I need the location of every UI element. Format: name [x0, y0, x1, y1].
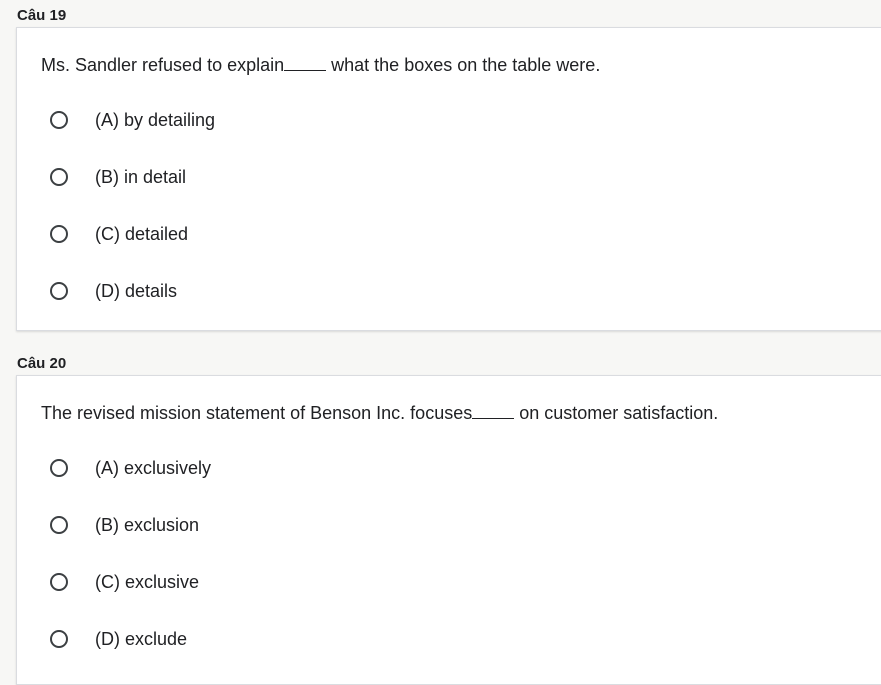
- question-card: Ms. Sandler refused to explain what the …: [16, 27, 881, 331]
- answer-option-label: (C) exclusive: [95, 571, 200, 592]
- radio-button-icon[interactable]: [50, 516, 68, 534]
- answer-option-b[interactable]: (B) in detail: [50, 165, 186, 189]
- answer-blank: [284, 56, 327, 71]
- radio-button-icon[interactable]: [50, 282, 68, 300]
- radio-button-icon[interactable]: [50, 573, 68, 591]
- question-text-end: what the boxes on the table were.: [326, 55, 601, 75]
- question-card: The revised mission statement of Benson …: [16, 375, 881, 685]
- answer-option-b[interactable]: (B) exclusion: [50, 513, 199, 537]
- radio-button-icon[interactable]: [50, 459, 68, 477]
- answer-option-label: (D) exclude: [95, 628, 188, 649]
- question-text-end: on customer satisfaction.: [514, 403, 719, 423]
- answer-option-d[interactable]: (D) details: [50, 279, 177, 303]
- answer-option-label: (B) in detail: [95, 166, 187, 187]
- answer-blank: [472, 404, 515, 419]
- radio-button-icon[interactable]: [50, 225, 68, 243]
- question-text: Ms. Sandler refused to explain what the …: [41, 55, 600, 76]
- answer-option-a[interactable]: (A) by detailing: [50, 108, 215, 132]
- answer-option-d[interactable]: (D) exclude: [50, 627, 187, 651]
- question-text-start: The revised mission statement of Benson …: [41, 403, 473, 423]
- question-number-label: Câu 19: [17, 7, 67, 24]
- radio-button-icon[interactable]: [50, 168, 68, 186]
- answer-option-a[interactable]: (A) exclusively: [50, 456, 211, 480]
- answer-option-label: (C) detailed: [95, 223, 189, 244]
- radio-button-icon[interactable]: [50, 630, 68, 648]
- answer-option-label: (A) by detailing: [95, 109, 216, 130]
- question-text-start: Ms. Sandler refused to explain: [41, 55, 285, 75]
- answer-option-label: (D) details: [95, 280, 178, 301]
- answer-option-label: (B) exclusion: [95, 514, 200, 535]
- question-number-label: Câu 20: [17, 355, 67, 372]
- answer-option-label: (A) exclusively: [95, 457, 212, 478]
- answer-option-c[interactable]: (C) exclusive: [50, 570, 199, 594]
- question-text: The revised mission statement of Benson …: [41, 403, 718, 424]
- radio-button-icon[interactable]: [50, 111, 68, 129]
- answer-option-c[interactable]: (C) detailed: [50, 222, 188, 246]
